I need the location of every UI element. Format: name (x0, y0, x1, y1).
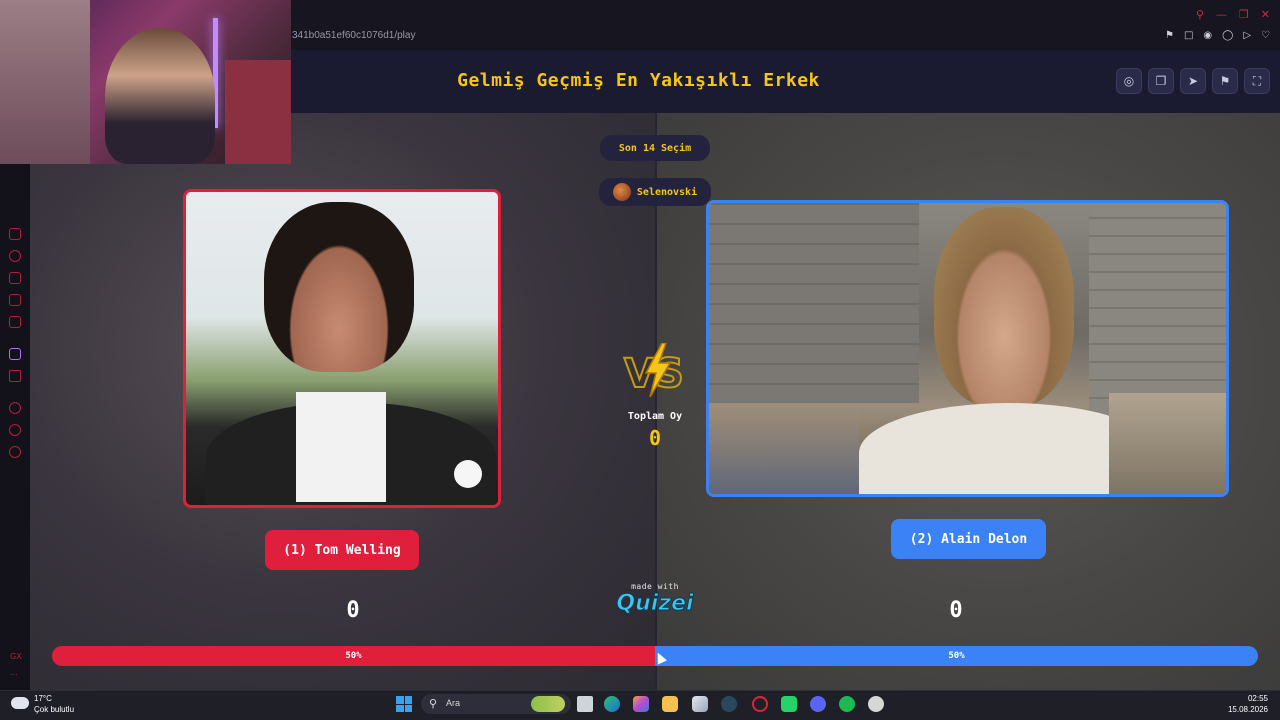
play-icon[interactable]: ▷ (1243, 30, 1251, 41)
copilot-icon[interactable] (633, 696, 649, 712)
task-view-icon[interactable] (577, 696, 593, 712)
twitch-icon[interactable] (9, 348, 21, 360)
pin-icon[interactable]: ⚑ (1165, 30, 1174, 41)
clock-date[interactable]: 15.08.2026 (1228, 705, 1268, 714)
user-name: Selenovski (636, 186, 698, 198)
snapshot-icon[interactable]: □ (1184, 30, 1193, 41)
right-percent-bar: 50% (655, 646, 1258, 666)
refresh-icon[interactable] (9, 250, 21, 262)
messenger-icon[interactable] (9, 228, 21, 240)
vs-emblem: VS (623, 343, 685, 397)
crowd-left (709, 413, 859, 494)
total-votes-label: Toplam Oy (627, 411, 683, 422)
percent-icon[interactable] (9, 370, 21, 382)
more-icon[interactable]: ... (10, 668, 18, 677)
webcam-chair (225, 60, 291, 164)
steam-icon[interactable] (721, 696, 737, 712)
weather-description[interactable]: Çok bulutlu (34, 705, 74, 714)
close-icon[interactable]: ✕ (1261, 8, 1270, 21)
vote-left-button[interactable]: (1) Tom Welling (265, 530, 419, 570)
spotify-icon[interactable] (839, 696, 855, 712)
search-icon[interactable]: ⚲ (1196, 8, 1204, 21)
camera-icon[interactable]: ◉ (1203, 30, 1212, 41)
webcam-overlay (0, 0, 291, 164)
fullscreen-icon[interactable]: ⛶ (1244, 68, 1270, 94)
search-highlight-icon (531, 696, 565, 712)
opera-gx-icon[interactable] (752, 696, 768, 712)
settings-icon[interactable] (9, 446, 21, 458)
widget-icon[interactable] (9, 316, 21, 328)
eye-icon[interactable]: ◎ (1116, 68, 1142, 94)
avatar (612, 183, 631, 201)
quizei-logo[interactable]: Quizei (600, 591, 710, 617)
window-controls: ⚲ — ❐ ✕ (1196, 8, 1270, 21)
whatsapp-icon[interactable] (781, 696, 797, 712)
cloud-icon[interactable] (11, 697, 29, 709)
made-with-label: made with (631, 582, 679, 591)
file-explorer-icon[interactable] (662, 696, 678, 712)
vote-right-button[interactable]: (2) Alain Delon (891, 519, 1046, 559)
tv-icon[interactable] (9, 294, 21, 306)
search-icon: ⚲ (429, 697, 438, 710)
search-placeholder: Ara (446, 698, 461, 708)
right-vote-count: 0 (949, 598, 963, 623)
right-candidate-image[interactable] (706, 200, 1229, 497)
castle-wall (709, 203, 919, 403)
windows-start-icon[interactable] (396, 696, 412, 712)
user-pill[interactable]: Selenovski (599, 178, 711, 206)
address-bar[interactable]: 341b0a51ef60c1076d1/play (292, 30, 415, 41)
flag-icon[interactable]: ⚑ (1212, 68, 1238, 94)
weather-temperature[interactable]: 17°C (34, 694, 52, 703)
maximize-icon[interactable]: ❐ (1239, 8, 1249, 21)
player-icon[interactable] (9, 402, 21, 414)
last-choices-pill[interactable]: Son 14 Seçim (600, 135, 710, 161)
store-icon[interactable] (692, 696, 708, 712)
quiz-title: Gelmiş Geçmiş En Yakışıklı Erkek (457, 70, 820, 91)
flower-icon (454, 460, 482, 488)
chrome-icon[interactable] (868, 696, 884, 712)
webcam-shelf (0, 0, 90, 164)
screen: 341b0a51ef60c1076d1/play ⚲ — ❐ ✕ ⚑ □ ◉ ◯… (0, 0, 1280, 720)
total-votes-value: 0 (648, 426, 662, 450)
left-face (264, 202, 414, 372)
bag-icon[interactable] (9, 272, 21, 284)
right-face (934, 207, 1074, 407)
history-icon[interactable] (9, 424, 21, 436)
clock-time[interactable]: 02:55 (1248, 694, 1268, 703)
browser-toolbar: ⚑ □ ◉ ◯ ▷ ♡ (1165, 30, 1270, 41)
discord-icon[interactable] (810, 696, 826, 712)
left-shirt (296, 392, 386, 502)
left-vote-count: 0 (346, 598, 360, 623)
left-candidate-image[interactable] (183, 189, 501, 508)
heart-icon[interactable]: ♡ (1261, 30, 1270, 41)
copy-icon[interactable]: ❐ (1148, 68, 1174, 94)
send-icon[interactable]: ➤ (1180, 68, 1206, 94)
left-percent-bar: 50% (52, 646, 655, 666)
minimize-icon[interactable]: — (1216, 8, 1227, 21)
edge-icon[interactable] (604, 696, 620, 712)
webcam-person (105, 28, 215, 164)
shield-icon[interactable]: ◯ (1222, 30, 1233, 41)
gx-label: GX (10, 652, 22, 661)
crowd-right (1109, 393, 1226, 494)
